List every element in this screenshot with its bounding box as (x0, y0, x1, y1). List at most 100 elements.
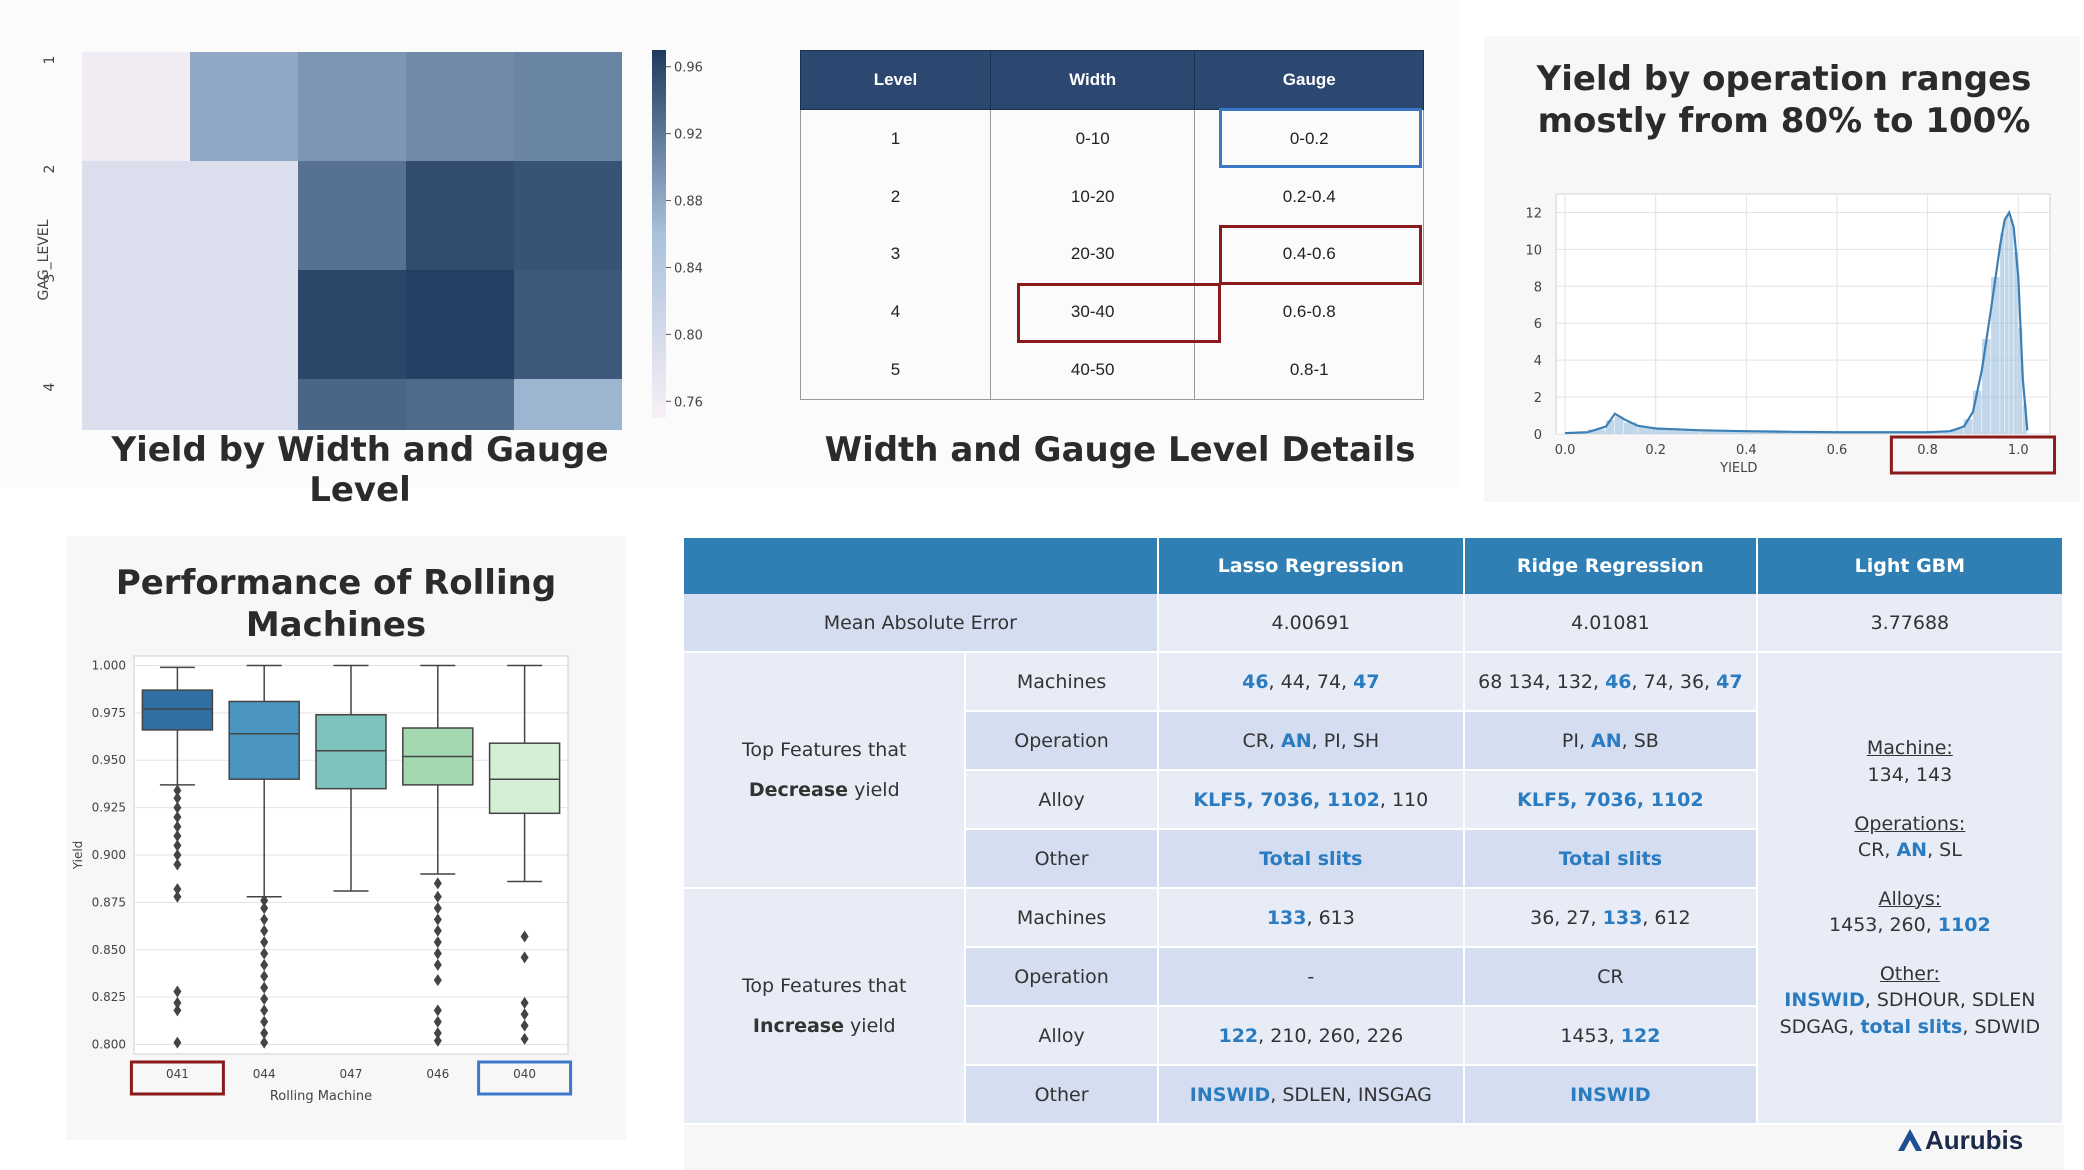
hist-y-tick: 4 (1534, 354, 1542, 369)
increase-bold: Increase (752, 1015, 845, 1037)
decrease-rest: yield (848, 779, 900, 801)
plain-text: CR, (1857, 839, 1897, 862)
hl-text: AN (1896, 839, 1928, 862)
heatmap-cell (514, 161, 622, 270)
lgbm-alloys-heading: Alloys: (1878, 887, 1942, 910)
table-row: 2 10-20 0.2-0.4 (800, 168, 1424, 226)
hist-bar (2004, 216, 2009, 434)
gauge-3-highlight (1219, 225, 1422, 285)
colorbar-tick-label: 0.80 (674, 328, 703, 343)
hl-text: 133 (1602, 906, 1643, 929)
box-x-label: Rolling Machine (270, 1089, 372, 1104)
hist-bar (1982, 338, 1991, 434)
level-table-caption: Width and Gauge Level Details (824, 430, 1416, 470)
hl-text: 1102 (1937, 914, 1991, 937)
increase-rest: yield (844, 1015, 896, 1037)
width-4-highlight (1017, 283, 1221, 343)
row-label-machines: Machines (965, 888, 1159, 948)
hl-text: AN (1591, 729, 1622, 752)
row-label-operation: Operation (965, 947, 1159, 1007)
lgbm-ops-heading: Operations: (1854, 812, 1966, 835)
gauge-cell: 0.2-0.4 (1194, 168, 1424, 226)
model-results-table: Lasso Regression Ridge Regression Light … (684, 538, 2065, 1125)
lasso-header: Lasso Regression (1157, 538, 1466, 594)
hist-y-tick: 8 (1534, 280, 1542, 295)
decrease-group-label: Top Features that Decrease yield (684, 652, 967, 889)
ridge-inc-other: INSWID (1464, 1065, 1758, 1125)
heatmap-cell (190, 270, 298, 379)
hl-text: AN (1281, 729, 1312, 752)
plain-text: 1453, (1560, 1024, 1621, 1047)
lgbm-header: Light GBM (1756, 538, 2065, 594)
box-y-tick: 0.825 (92, 990, 126, 1004)
heatmap-y-tick: 2 (42, 165, 58, 174)
lgbm-features: Machine: 134, 143 Operations: CR, AN, SL… (1756, 652, 2065, 1125)
ridge-dec-machines: 68 134, 132, 46, 74, 36, 47 (1464, 652, 1758, 712)
heatmap-cell (82, 379, 190, 430)
box-y-tick: 0.900 (92, 848, 126, 862)
heatmap-cell (190, 52, 298, 161)
box-x-tick: 047 (340, 1067, 363, 1081)
lgbm-other-values-2: SDGAG, total slits, SDWID (1759, 1014, 2061, 1041)
plain-text: PI, (1561, 729, 1592, 752)
heatmap-y-tick: 1 (42, 56, 58, 65)
hl-text: 122 (1218, 1024, 1259, 1047)
heatmap-cell (406, 52, 514, 161)
rolling-machines-boxplot: 1.000 0.975 0.950 0.925 0.900 0.875 0.850 0.825… (71, 655, 573, 1104)
hist-x-tick: 0.6 (1827, 443, 1848, 458)
hist-bar (2009, 219, 2014, 434)
lgbm-mae: 3.77688 (1756, 594, 2065, 653)
heatmap-cell (298, 52, 406, 161)
box-y-label: Yield (71, 841, 85, 871)
results-header-row: Lasso Regression Ridge Regression Light … (684, 538, 2065, 594)
plain-text: , SDHOUR, SDLEN (1864, 989, 2036, 1012)
heatmap-cell (298, 161, 406, 270)
row-label-alloy: Alloy (965, 1006, 1159, 1066)
heatmap-cell (190, 161, 298, 270)
hist-y-tick: 0 (1534, 428, 1542, 443)
increase-label-line-1: Top Features that (742, 975, 907, 997)
decrease-label-line-1: Top Features that (742, 739, 907, 761)
mae-row: Mean Absolute Error 4.00691 4.01081 3.77… (684, 594, 2065, 653)
hl-text: 46 (1242, 670, 1269, 693)
box-iqr (228, 700, 300, 780)
aurubis-logo-mark (1898, 1129, 1922, 1151)
hl-text: 47 (1353, 670, 1380, 693)
heatmap-cell (514, 379, 622, 430)
box-y-tick: 0.975 (92, 706, 126, 720)
lgbm-ops-values: CR, AN, SL (1759, 837, 2061, 864)
ridge-dec-alloy: KLF5, 7036, 1102 (1464, 770, 1758, 830)
box-y-tick: 0.800 (92, 1038, 126, 1052)
heatmap-cell (82, 52, 190, 161)
box-iqr (315, 714, 387, 790)
level-cell: 3 (800, 225, 991, 284)
plain-text: , 612 (1642, 906, 1691, 929)
increase-label-line-2: Increase yield (685, 1006, 963, 1046)
level-cell: 5 (800, 340, 991, 400)
colorbar-tick-label: 0.88 (674, 195, 703, 210)
box-title: Performance of Rolling Machines (66, 562, 606, 646)
level-cell: 2 (800, 168, 991, 226)
gauge-1-highlight (1219, 108, 1422, 168)
hist-x-tick: 0.4 (1736, 443, 1757, 458)
lgbm-machine-values: 134, 143 (1867, 763, 1953, 786)
heatmap-cell (82, 161, 190, 270)
ridge-inc-machines: 36, 27, 133, 612 (1464, 888, 1758, 948)
width-cell: 0-10 (989, 109, 1196, 169)
hl-text: KLF5, 7036, 1102 (1517, 788, 1704, 811)
table-row: 5 40-50 0.8-1 (800, 340, 1424, 400)
yield-distribution-chart: 0.0 0.2 0.4 0.6 0.8 1.0 0 2 4 6 8 10 12 YIELD (1525, 193, 2057, 476)
lasso-inc-operation: - (1157, 947, 1466, 1007)
hist-x-tick: 0.0 (1555, 443, 1576, 458)
yield-heatmap: 123451234WID_LEVELGAG_LEVEL0.960.920.880… (36, 50, 703, 430)
plain-text: , 44, 74, (1268, 670, 1354, 693)
lasso-dec-alloy: KLF5, 7036, 1102, 110 (1157, 770, 1466, 830)
heatmap-cell (298, 379, 406, 430)
heatmap-cell (190, 379, 298, 430)
blank-header (684, 538, 1159, 594)
hl-text: Total slits (1259, 847, 1363, 870)
heatmap-y-tick: 4 (42, 382, 58, 391)
increase-group-label: Top Features that Increase yield (684, 888, 967, 1125)
plain-text: , 613 (1306, 906, 1355, 929)
lasso-dec-other: Total slits (1157, 829, 1466, 889)
